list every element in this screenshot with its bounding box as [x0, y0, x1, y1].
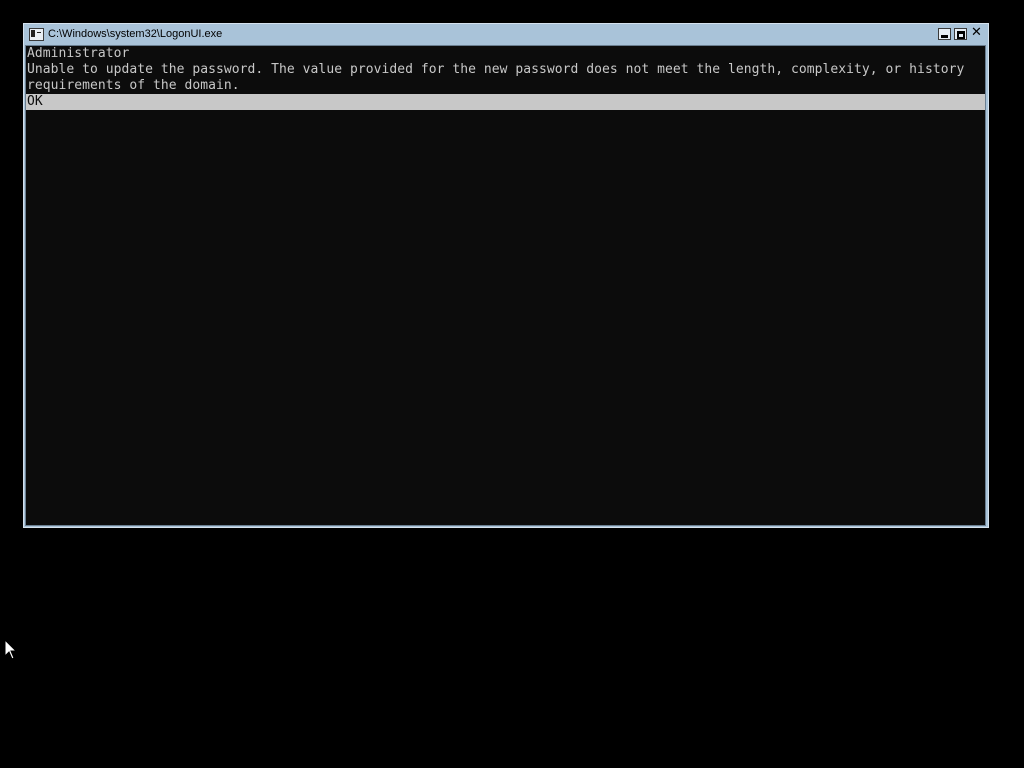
mouse-pointer-icon [4, 639, 18, 660]
console-area: Administrator Unable to update the passw… [25, 45, 986, 526]
console-app-icon [29, 28, 44, 41]
minimize-button[interactable] [938, 28, 951, 40]
window-title: C:\Windows\system32\LogonUI.exe [48, 28, 223, 40]
error-message-line-2: requirements of the domain. [27, 78, 240, 93]
close-icon: ✕ [971, 25, 982, 40]
maximize-button[interactable] [954, 28, 967, 40]
error-message-line-1: Unable to update the password. The value… [27, 62, 965, 77]
user-name-text: Administrator [27, 46, 130, 61]
console-window: C:\Windows\system32\LogonUI.exe ✕ Admini… [23, 23, 989, 528]
ok-option[interactable]: OK [26, 94, 985, 110]
title-bar[interactable]: C:\Windows\system32\LogonUI.exe ✕ [24, 24, 988, 46]
close-button[interactable]: ✕ [970, 25, 983, 40]
ok-label: OK [27, 94, 43, 109]
